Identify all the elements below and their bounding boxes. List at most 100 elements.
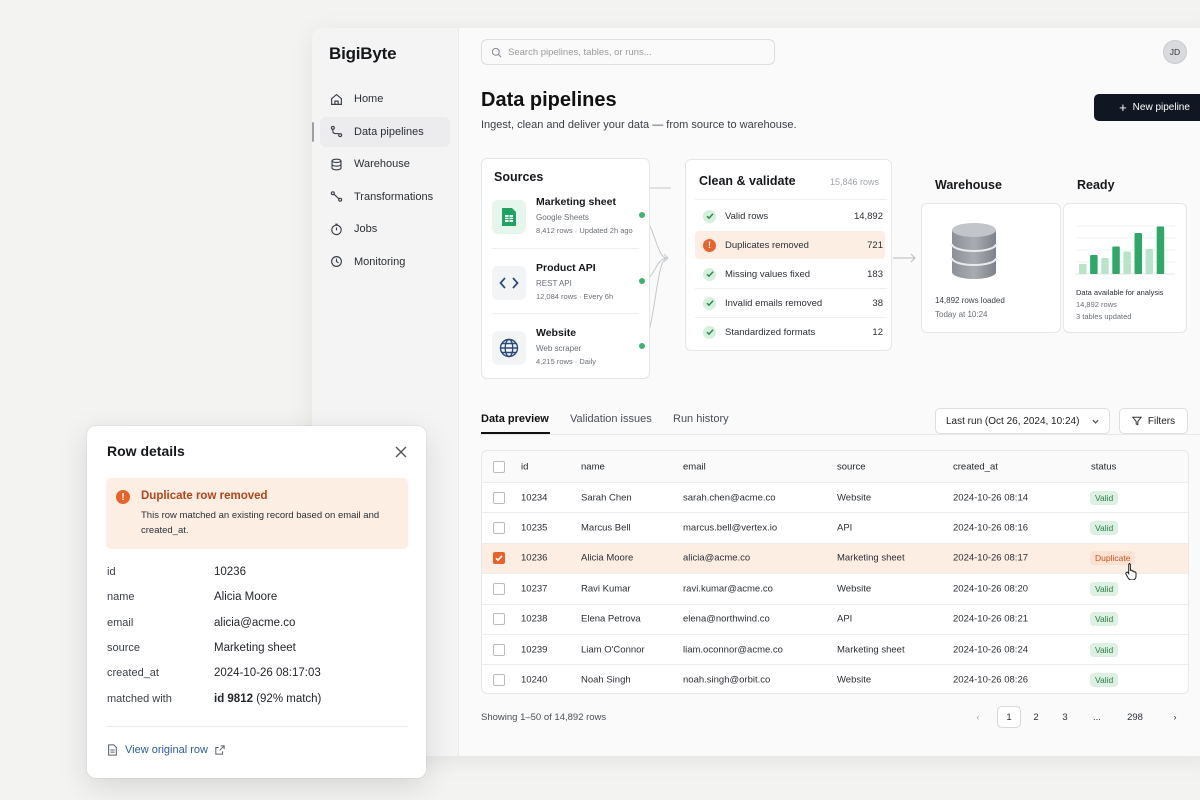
row-checkbox[interactable] — [493, 552, 505, 565]
source-website[interactable]: Website Web scraper 4,215 rows · Daily — [492, 319, 645, 375]
table-row[interactable]: 10238 Elena Petrova elena@northwind.co API 2… — [482, 603, 1188, 634]
validation-row-missing[interactable]: Missing values fixed 183 — [695, 260, 885, 288]
next-page-button[interactable]: › — [1164, 706, 1186, 728]
table-row[interactable]: 10235 Marcus Bell marcus.bell@vertex.io API… — [482, 512, 1188, 542]
validation-row-valid[interactable]: Valid rows 14,892 — [695, 202, 885, 230]
search-bar[interactable] — [481, 39, 775, 65]
user-avatar[interactable]: JD — [1163, 40, 1187, 64]
source-type: REST API — [536, 279, 572, 288]
matched-id[interactable]: id 9812 — [214, 693, 253, 705]
sidebar-item-home[interactable]: Home — [320, 84, 450, 114]
ready-card[interactable]: Data available for analysis 14,892 rows … — [1063, 203, 1187, 333]
warehouse-title: Warehouse — [935, 178, 1002, 192]
cell-created-at: 2024-10-26 08:14 — [953, 492, 1029, 504]
run-select-value: Last run (Oct 26, 2024, 10:24) — [946, 415, 1080, 427]
detail-key: id — [107, 566, 116, 578]
column-header-name[interactable]: name — [581, 461, 605, 472]
page-2-button[interactable]: 2 — [1025, 706, 1047, 728]
sources-title: Sources — [494, 170, 544, 184]
clean-validate-title: Clean & validate — [699, 174, 796, 188]
cell-name: Liam O'Connor — [581, 644, 645, 656]
sidebar-item-label: Home — [354, 93, 384, 105]
column-header-created-at[interactable]: created_at — [953, 461, 998, 472]
alert-body: This row matched an existing record base… — [141, 510, 380, 536]
select-all-checkbox[interactable] — [493, 460, 505, 473]
column-header-source[interactable]: source — [837, 461, 866, 472]
table-row[interactable]: 10236 Alicia Moore alicia@acme.co Marketing… — [482, 542, 1188, 573]
alert-title: Duplicate row removed — [141, 490, 268, 502]
detail-value: Marketing sheet — [214, 641, 296, 654]
validation-row-standardized[interactable]: Standardized formats 12 — [695, 318, 885, 346]
table-row[interactable]: 10239 Liam O'Connor liam.oconnor@acme.co Ma… — [482, 634, 1188, 664]
status-dot — [639, 343, 645, 349]
warning-icon: ! — [703, 238, 716, 252]
document-icon — [108, 744, 117, 756]
row-checkbox[interactable] — [493, 643, 505, 656]
chevron-down-icon — [1092, 419, 1099, 424]
ready-line1: Data available for analysis — [1076, 288, 1164, 297]
filters-button[interactable]: Filters — [1119, 408, 1188, 434]
status-badge: Valid — [1090, 490, 1119, 505]
sidebar-item-transformations[interactable]: Transformations — [320, 182, 450, 212]
close-icon[interactable] — [393, 444, 409, 460]
chart-bar — [1101, 258, 1109, 274]
search-input[interactable] — [508, 46, 748, 58]
source-marketing-sheet[interactable]: Marketing sheet Google Sheets 8,412 rows… — [492, 188, 645, 244]
sidebar-nav: Home Data pipelines Warehouse Transforma… — [312, 84, 450, 279]
data-preview-table: id name email source created_at status 1… — [481, 450, 1189, 694]
cell-email: sarah.chen@acme.co — [683, 492, 776, 504]
plus-icon: + — [1119, 100, 1127, 115]
sidebar-item-warehouse[interactable]: Warehouse — [320, 149, 450, 179]
check-icon — [703, 325, 716, 339]
cell-email: marcus.bell@vertex.io — [683, 522, 778, 534]
sheets-icon — [492, 200, 526, 234]
tab-validation-issues[interactable]: Validation issues — [570, 413, 652, 425]
validation-value: 14,892 — [853, 210, 883, 222]
source-meta: 4,215 rows · Daily — [536, 357, 597, 366]
column-header-id[interactable]: id — [521, 461, 528, 472]
tab-run-history[interactable]: Run history — [673, 413, 729, 425]
column-header-status[interactable]: status — [1091, 461, 1116, 472]
jobs-icon — [331, 223, 342, 235]
sidebar-item-monitoring[interactable]: Monitoring — [320, 247, 450, 277]
validation-value: 12 — [872, 326, 883, 338]
row-details-panel: Row details ! Duplicate row removed This… — [87, 426, 426, 778]
clean-validate-card: Clean & validate 15,846 rows Valid rows … — [685, 159, 892, 351]
sidebar-item-jobs[interactable]: Jobs — [320, 214, 450, 244]
page-298-button[interactable]: 298 — [1124, 706, 1146, 728]
chart-bar — [1145, 249, 1154, 274]
status-badge: Valid — [1090, 581, 1119, 596]
view-original-row-link[interactable]: View original row — [107, 744, 232, 756]
prev-page-button[interactable]: ‹ — [967, 706, 989, 728]
cell-name: Elena Petrova — [581, 613, 641, 625]
run-select-dropdown[interactable]: Last run (Oct 26, 2024, 10:24) — [935, 408, 1110, 434]
view-original-row-label: View original row — [125, 744, 208, 756]
row-checkbox[interactable] — [493, 582, 505, 595]
app-logo: BigiByte — [329, 44, 397, 63]
validation-label: Standardized formats — [725, 326, 816, 338]
filters-label: Filters — [1147, 415, 1176, 427]
check-icon — [703, 267, 716, 281]
validation-row-duplicates[interactable]: ! Duplicates removed 721 — [695, 231, 885, 259]
table-row[interactable]: 10234 Sarah Chen sarah.chen@acme.co Website… — [482, 482, 1188, 512]
page-1-button[interactable]: 1 — [997, 706, 1021, 728]
table-row[interactable]: 10237 Ravi Kumar ravi.kumar@acme.co Website… — [482, 573, 1188, 603]
row-checkbox[interactable] — [493, 673, 505, 686]
page-3-button[interactable]: 3 — [1054, 706, 1076, 728]
tab-data-preview[interactable]: Data preview — [481, 413, 549, 425]
column-header-email[interactable]: email — [683, 461, 706, 472]
active-tab-indicator — [481, 432, 550, 434]
row-checkbox[interactable] — [493, 613, 505, 626]
row-checkbox[interactable] — [493, 521, 505, 534]
row-checkbox[interactable] — [493, 491, 505, 504]
table-row[interactable]: 10240 Noah Singh noah.singh@orbit.co Websit… — [482, 664, 1188, 693]
divider — [492, 248, 639, 249]
source-product-api[interactable]: Product API REST API 12,084 rows · Every… — [492, 254, 645, 310]
warehouse-card[interactable]: 14,892 rows loaded Today at 10:24 — [921, 203, 1061, 333]
sidebar-item-data-pipelines[interactable]: Data pipelines — [312, 116, 450, 147]
cell-source: API — [837, 613, 853, 625]
cell-created-at: 2024-10-26 08:16 — [953, 522, 1029, 534]
new-pipeline-button[interactable]: + New pipeline — [1094, 94, 1200, 121]
cell-id: 10234 — [521, 492, 548, 504]
validation-row-invalid-emails[interactable]: Invalid emails removed 38 — [695, 289, 885, 317]
